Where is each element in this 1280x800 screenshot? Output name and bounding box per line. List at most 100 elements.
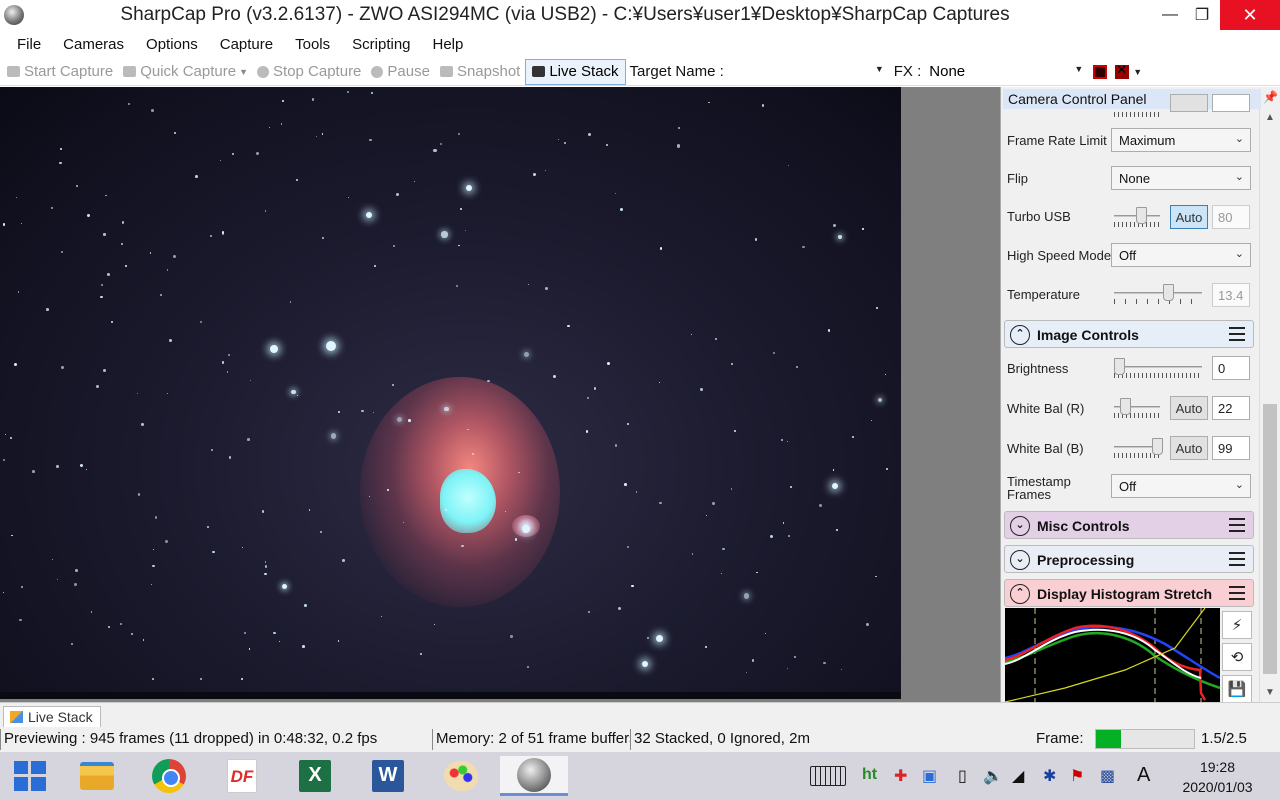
taskbar-excel[interactable]: X [295, 756, 335, 796]
partial-auto-button[interactable] [1170, 94, 1208, 112]
taskbar-df-app[interactable]: DF [222, 756, 262, 796]
quick-capture-dropdown-icon[interactable]: ▼ [239, 67, 248, 77]
preprocessing-header[interactable]: ⌄ Preprocessing [1004, 545, 1254, 573]
star [564, 141, 566, 144]
ht-tray-icon[interactable]: ht [862, 766, 877, 784]
status-memory: Memory: 2 of 51 frame buffers [432, 729, 630, 750]
star [756, 571, 758, 574]
start-capture-button[interactable]: Start Capture [2, 63, 118, 80]
slider-thumb[interactable] [1136, 207, 1147, 224]
pause-button[interactable]: Pause [366, 63, 435, 80]
volume-icon[interactable]: 🔈 [983, 766, 1003, 786]
white-bal-r-value[interactable]: 22 [1212, 396, 1250, 420]
histogram-display[interactable] [1005, 608, 1220, 702]
taskbar-file-explorer[interactable] [77, 756, 117, 796]
touch-keyboard-icon[interactable] [810, 766, 846, 786]
save-stretch-icon[interactable]: 💾 [1222, 675, 1252, 703]
frame-progress-value: 1.5/2.5 [1201, 730, 1247, 747]
turbo-usb-slider[interactable] [1114, 207, 1160, 227]
image-viewport[interactable] [0, 87, 1000, 702]
slider-thumb[interactable] [1120, 398, 1131, 415]
live-stack-button[interactable]: Live Stack [525, 58, 626, 85]
menu-tools[interactable]: Tools [284, 36, 341, 53]
bluetooth-icon[interactable]: ✱ [1043, 766, 1056, 786]
turbo-usb-value[interactable]: 80 [1212, 205, 1250, 229]
clock-time[interactable]: 19:28 [1170, 759, 1265, 775]
chevron-down-icon[interactable]: ⌄ [1010, 516, 1030, 536]
slider-thumb[interactable] [1152, 438, 1163, 455]
auto-stretch-lightning-icon[interactable]: ⚡ [1222, 611, 1252, 639]
close-button[interactable]: ✕ [1220, 0, 1280, 30]
menu-scripting[interactable]: Scripting [341, 36, 421, 53]
star [712, 502, 716, 506]
partial-value-box[interactable] [1212, 94, 1250, 112]
pin-icon[interactable]: 📌 [1263, 90, 1278, 104]
quick-capture-button[interactable]: Quick Capture [118, 63, 241, 80]
action-center-flag-icon[interactable]: ⚑ [1070, 766, 1084, 786]
panel-scrollbar[interactable]: ▲ ▼ [1259, 108, 1279, 702]
histogram-stretch-header[interactable]: ⌃ Display Histogram Stretch [1004, 579, 1254, 607]
clock-date[interactable]: 2020/01/03 [1170, 779, 1265, 795]
white-bal-b-slider[interactable] [1114, 438, 1163, 458]
stop-capture-button[interactable]: Stop Capture [252, 63, 366, 80]
acrobat-tray-icon[interactable]: ✚ [894, 766, 907, 786]
focus-assist-icon[interactable] [1115, 62, 1130, 79]
partial-slider[interactable] [1114, 104, 1160, 124]
scroll-down-icon[interactable]: ▼ [1260, 687, 1280, 698]
tab-live-stack[interactable]: Live Stack [3, 706, 101, 727]
device-tray-icon[interactable]: ▩ [1100, 766, 1115, 786]
chevron-up-icon[interactable]: ⌃ [1010, 584, 1030, 604]
menu-options[interactable]: Options [135, 36, 209, 53]
menu-cameras[interactable]: Cameras [52, 36, 135, 53]
flip-select[interactable]: None ⌄ [1111, 166, 1251, 190]
chevron-up-icon[interactable]: ⌃ [1010, 325, 1030, 345]
star [207, 526, 210, 529]
ime-indicator[interactable]: A [1137, 764, 1150, 787]
live-stack-image[interactable] [0, 87, 901, 699]
reticle-icon[interactable] [1093, 64, 1108, 79]
menu-capture[interactable]: Capture [209, 36, 284, 53]
target-name-combo[interactable]: ▼ [728, 61, 886, 83]
reset-stretch-icon[interactable]: ⟲ [1222, 643, 1252, 671]
timestamp-frames-select[interactable]: Off ⌄ [1111, 474, 1251, 498]
chevron-down-icon[interactable]: ⌄ [1010, 550, 1030, 570]
taskbar-paint[interactable] [441, 756, 481, 796]
hamburger-menu-icon[interactable] [1229, 552, 1245, 566]
white-bal-r-auto-button[interactable]: Auto [1170, 396, 1208, 420]
white-bal-b-value[interactable]: 99 [1212, 436, 1250, 460]
high-speed-mode-select[interactable]: Off ⌄ [1111, 243, 1251, 267]
star [110, 321, 114, 324]
network-signal-icon[interactable]: ◢ [1012, 766, 1024, 786]
star [32, 470, 35, 473]
maximize-button[interactable]: ❐ [1182, 0, 1222, 30]
star [311, 97, 315, 101]
battery-icon[interactable]: ▯ [958, 766, 967, 786]
windows-start-icon[interactable] [14, 761, 46, 791]
star [659, 382, 661, 384]
slider-thumb[interactable] [1114, 358, 1125, 375]
misc-controls-header[interactable]: ⌄ Misc Controls [1004, 511, 1254, 539]
brightness-value[interactable]: 0 [1212, 356, 1250, 380]
white-bal-b-auto-button[interactable]: Auto [1170, 436, 1208, 460]
scroll-thumb[interactable] [1263, 404, 1277, 674]
star [221, 231, 225, 234]
fx-dropdown-icon[interactable]: ▼ [1133, 67, 1142, 77]
hamburger-menu-icon[interactable] [1229, 586, 1245, 600]
hamburger-menu-icon[interactable] [1229, 327, 1245, 341]
hamburger-menu-icon[interactable] [1229, 518, 1245, 532]
menu-help[interactable]: Help [422, 36, 475, 53]
star [151, 584, 153, 586]
white-bal-r-slider[interactable] [1114, 398, 1160, 418]
image-controls-header[interactable]: ⌃ Image Controls [1004, 320, 1254, 348]
fx-combo[interactable]: None ▼ [925, 61, 1087, 83]
brightness-slider[interactable] [1114, 358, 1202, 378]
scroll-up-icon[interactable]: ▲ [1260, 112, 1280, 123]
frame-rate-limit-select[interactable]: Maximum ⌄ [1111, 128, 1251, 152]
menu-file[interactable]: File [6, 36, 52, 53]
display-tray-icon[interactable]: ▣ [922, 766, 937, 786]
turbo-usb-auto-button[interactable]: Auto [1170, 205, 1208, 229]
taskbar-chrome[interactable] [149, 756, 189, 796]
taskbar-word[interactable]: W [368, 756, 408, 796]
taskbar-sharpcap[interactable] [500, 756, 568, 796]
snapshot-button[interactable]: Snapshot [435, 63, 525, 80]
